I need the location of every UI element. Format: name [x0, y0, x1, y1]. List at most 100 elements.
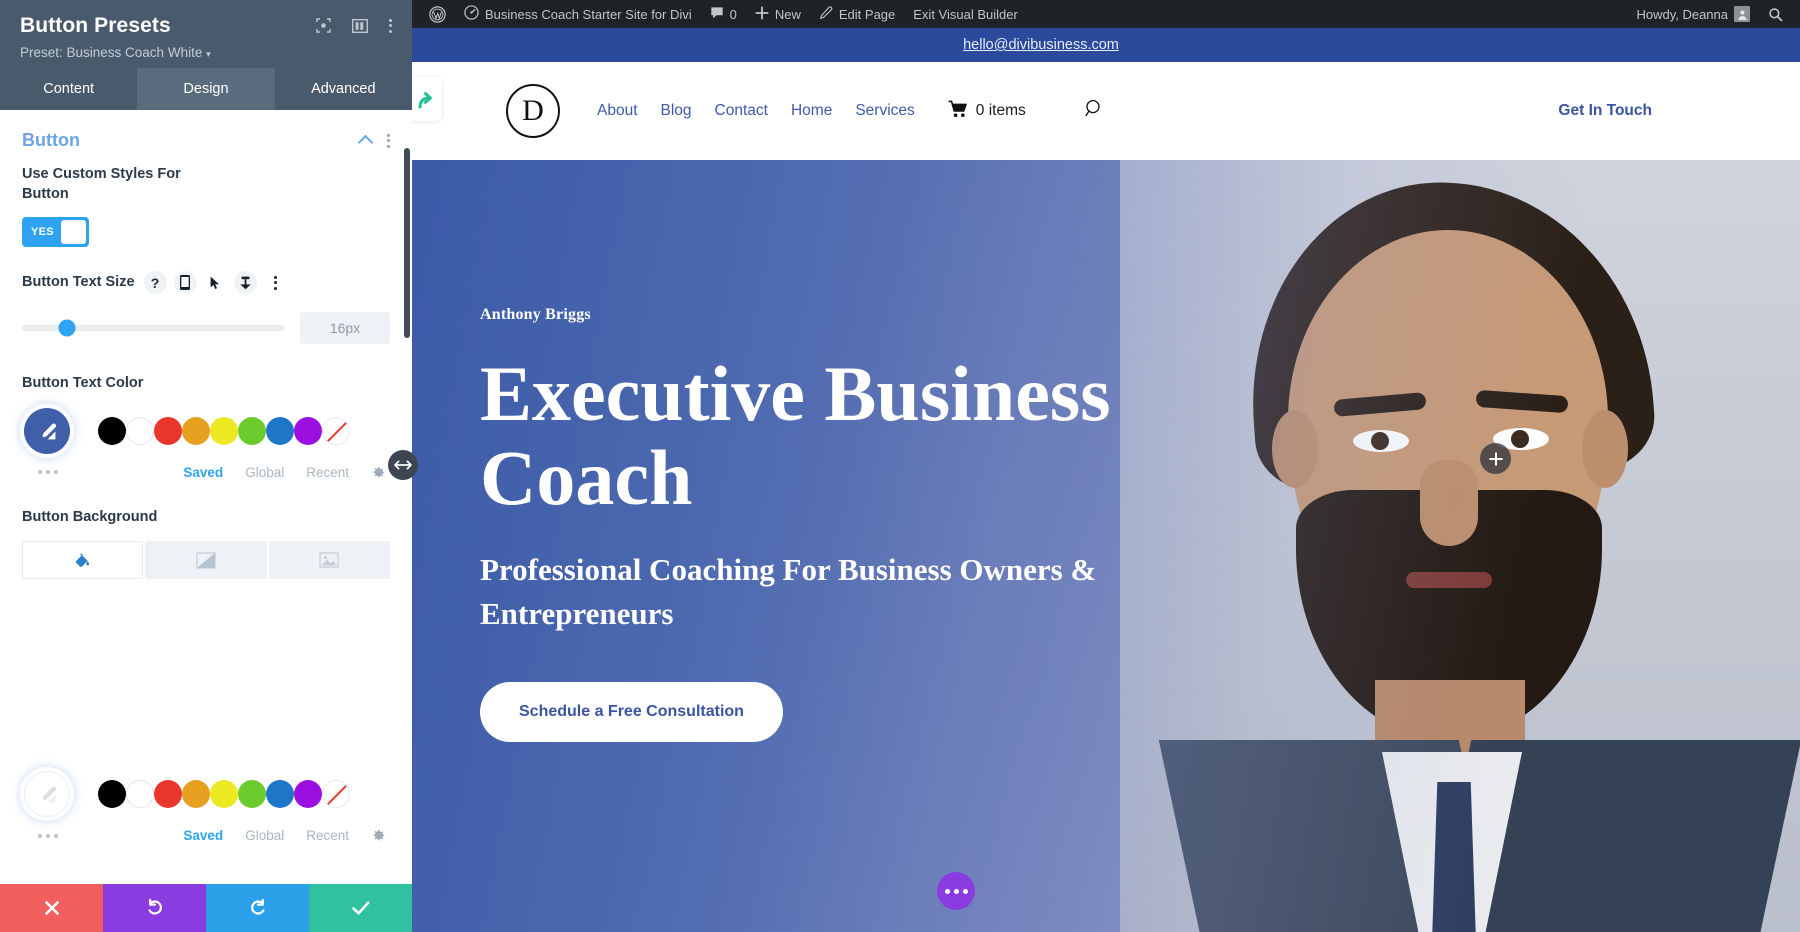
layout-columns-icon[interactable] [352, 18, 368, 33]
tab-content[interactable]: Content [0, 68, 137, 110]
search-icon[interactable] [1085, 99, 1104, 123]
toggle-knob [60, 220, 86, 245]
tab-advanced[interactable]: Advanced [275, 68, 412, 110]
preset-selector[interactable]: Preset: Business Coach White ▾ [20, 45, 392, 60]
help-icon[interactable]: ? [143, 271, 167, 295]
nav-item-blog[interactable]: Blog [661, 102, 692, 120]
panel-scrollbar[interactable] [404, 148, 410, 338]
gear-icon[interactable] [371, 828, 386, 843]
eyedropper-icon[interactable] [24, 771, 70, 818]
panel-title: Button Presets [20, 14, 171, 37]
hero-heading: Executive Business Coach [480, 350, 1111, 522]
swatch-white[interactable] [126, 416, 154, 445]
settings-panel-header: Button Presets Preset: Business Coach Wh… [0, 0, 412, 110]
hero-content: Anthony Briggs Executive Business Coach … [480, 306, 1180, 742]
nav-item-home[interactable]: Home [791, 102, 832, 120]
comments-menu[interactable]: 0 [701, 0, 746, 28]
redo-button[interactable] [206, 884, 309, 932]
site-header: D About Blog Contact Home Services 0 ite… [412, 62, 1800, 160]
divi-arrow-icon[interactable] [412, 77, 442, 121]
more-dots-icon[interactable] [22, 470, 58, 475]
responsive-icon-group: ? [143, 271, 287, 295]
hero-eyebrow: Anthony Briggs [480, 306, 591, 323]
get-in-touch-link[interactable]: Get In Touch [1558, 102, 1652, 120]
color-tab-saved[interactable]: Saved [183, 828, 223, 843]
cancel-button[interactable] [0, 884, 103, 932]
chevron-up-icon[interactable] [357, 134, 374, 150]
cursor-hover-icon[interactable] [204, 271, 227, 294]
swatch-black[interactable] [98, 416, 126, 445]
kebab-menu-icon[interactable] [387, 133, 390, 148]
color-tab-global[interactable]: Global [245, 828, 284, 843]
cart-item-count: 0 items [975, 102, 1026, 119]
undo-button[interactable] [103, 884, 206, 932]
gear-icon[interactable] [371, 465, 386, 480]
site-name-menu[interactable]: Business Coach Starter Site for Divi [455, 0, 701, 28]
slider-knob[interactable] [58, 319, 76, 337]
swatch-yellow[interactable] [210, 416, 238, 445]
email-link[interactable]: hello@divibusiness.com [963, 37, 1119, 53]
hero-portrait-image [1120, 160, 1800, 932]
pin-icon[interactable] [233, 271, 257, 295]
search-icon[interactable] [1759, 0, 1792, 28]
swatch-purple[interactable] [294, 416, 322, 445]
tab-design[interactable]: Design [137, 68, 275, 110]
custom-styles-label: Use Custom Styles For Button [22, 166, 181, 202]
more-dots-icon[interactable] [22, 833, 58, 838]
swatch-green[interactable] [238, 780, 266, 809]
howdy-label: Howdy, Deanna [1636, 6, 1728, 22]
save-button[interactable] [309, 884, 412, 932]
swatch-purple[interactable] [294, 780, 322, 809]
visual-builder-screen: Button Presets Preset: Business Coach Wh… [0, 0, 1800, 932]
custom-styles-toggle[interactable]: YES [22, 217, 89, 248]
swatch-blue[interactable] [266, 780, 294, 809]
cart-link[interactable]: 0 items [948, 100, 1026, 123]
edit-page-label: Edit Page [838, 6, 896, 22]
schedule-consultation-button[interactable]: Schedule a Free Consultation [480, 681, 783, 742]
swatch-green[interactable] [238, 416, 266, 445]
swatch-black[interactable] [98, 780, 126, 809]
gradient-icon[interactable] [145, 541, 267, 580]
swatch-yellow[interactable] [210, 780, 238, 809]
eyedropper-icon[interactable] [24, 407, 70, 454]
color-tab-saved[interactable]: Saved [183, 465, 223, 480]
kebab-menu-icon[interactable] [264, 271, 287, 294]
plus-icon [755, 5, 769, 23]
nav-item-about[interactable]: About [597, 102, 638, 120]
color-tab-global[interactable]: Global [245, 465, 284, 480]
image-icon[interactable] [268, 541, 390, 580]
module-settings-fab[interactable] [937, 872, 975, 910]
mobile-icon[interactable] [173, 271, 197, 295]
swatch-blue[interactable] [266, 416, 294, 445]
swatch-red[interactable] [154, 416, 182, 445]
panel-resize-handle[interactable] [388, 450, 418, 480]
toggle-value: YES [31, 226, 54, 239]
new-content-menu[interactable]: New [746, 0, 810, 28]
swatch-red[interactable] [154, 780, 182, 809]
exit-visual-builder-link[interactable]: Exit Visual Builder [904, 0, 1027, 28]
wordpress-logo-icon[interactable] [420, 0, 455, 28]
text-size-slider[interactable] [22, 319, 284, 337]
paint-bucket-icon[interactable] [22, 541, 144, 580]
nav-item-services[interactable]: Services [855, 102, 914, 120]
comments-count: 0 [729, 6, 737, 22]
color-tab-recent[interactable]: Recent [306, 465, 349, 480]
swatch-orange[interactable] [182, 780, 210, 809]
add-module-button[interactable] [1480, 443, 1511, 474]
swatch-transparent[interactable] [322, 780, 350, 809]
swatch-transparent[interactable] [322, 416, 350, 445]
text-size-input[interactable]: 16px [300, 312, 390, 345]
account-menu[interactable]: Howdy, Deanna [1627, 0, 1759, 28]
swatch-white[interactable] [126, 780, 154, 809]
swatch-orange[interactable] [182, 416, 210, 445]
field-custom-styles: Use Custom Styles For Button YES [0, 159, 412, 248]
kebab-menu-icon[interactable] [389, 18, 392, 33]
site-logo[interactable]: D [506, 84, 560, 138]
edit-page-link[interactable]: Edit Page [810, 0, 904, 28]
nav-item-contact[interactable]: Contact [715, 102, 768, 120]
settings-tabs: Content Design Advanced [0, 68, 412, 110]
focus-target-icon[interactable] [316, 18, 331, 33]
color-tab-recent[interactable]: Recent [306, 828, 349, 843]
background-type-tabs [22, 541, 390, 580]
text-color-swatches [22, 407, 390, 454]
